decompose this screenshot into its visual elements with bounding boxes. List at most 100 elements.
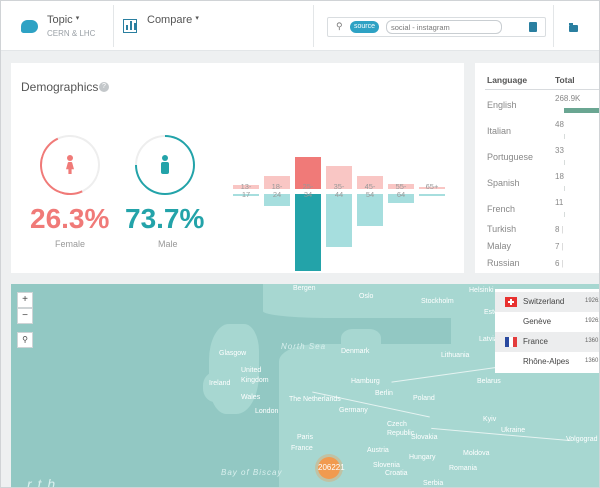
bar-chart-icon	[123, 19, 137, 33]
place-label: Hungary	[409, 454, 436, 461]
language-row[interactable]: Portuguese 33	[475, 143, 599, 169]
topic-name: CERN & LHC	[47, 29, 96, 38]
location-count: 19262	[585, 318, 599, 324]
place-label: Moldova	[463, 450, 490, 457]
panel-title: Demographics	[21, 80, 99, 94]
divider	[485, 89, 599, 90]
language-name: Turkish	[487, 224, 517, 234]
language-column-header: Language	[487, 75, 528, 85]
language-row[interactable]: Spanish 18	[475, 169, 599, 195]
total-column-header: Total	[555, 75, 575, 85]
language-row[interactable]: Turkish 8	[475, 221, 599, 239]
zoom-in-button[interactable]: +	[17, 292, 33, 308]
place-label: Slovakia	[411, 434, 438, 441]
place-label: Berlin	[375, 390, 393, 397]
topic-label: Topic ▾	[47, 14, 80, 26]
help-icon[interactable]: ?	[99, 82, 109, 92]
topic-selector[interactable]: Topic ▾ CERN & LHC	[19, 12, 111, 42]
language-row[interactable]: French 11	[475, 195, 599, 221]
place-label: Wales	[241, 394, 261, 401]
chevron-down-icon: ▾	[195, 15, 199, 22]
place-label: Stockholm	[421, 298, 454, 305]
language-name: Russian	[487, 258, 520, 268]
divider	[313, 5, 314, 47]
source-filter-chip[interactable]: source	[350, 21, 380, 33]
place-label: Germany	[339, 407, 368, 414]
place-label: Paris	[297, 434, 313, 441]
language-share-bar	[564, 186, 565, 191]
language-name: Italian	[487, 126, 512, 136]
age-group-label: 25- 34	[302, 182, 314, 199]
place-label: Slovenia	[373, 462, 400, 469]
place-label: The Netherlands	[289, 396, 341, 403]
location-row[interactable]: Rhône-Alpes 1360	[495, 352, 599, 372]
map-view[interactable]: North Sea Bay of Biscay r t h Bergen Osl…	[11, 284, 599, 487]
language-total: 11	[555, 198, 564, 207]
folder-icon[interactable]	[569, 23, 578, 32]
trash-icon[interactable]	[529, 22, 537, 32]
location-row[interactable]: Genève 19262	[495, 312, 599, 332]
app-frame: Topic ▾ CERN & LHC Compare ▾ ⚲ source De…	[0, 0, 600, 488]
location-count: 19262	[585, 298, 599, 304]
language-total: 18	[555, 172, 564, 181]
age-group-label: 13- 17	[240, 182, 252, 199]
location-name: Genève	[523, 317, 552, 326]
age-group-label: 35- 44	[333, 182, 345, 199]
place-label: Romania	[449, 465, 478, 472]
age-group-column: 45- 54	[357, 141, 385, 271]
location-count: 1360	[585, 338, 599, 344]
search-input[interactable]	[386, 20, 502, 34]
place-label: Belarus	[477, 378, 501, 385]
location-row[interactable]: Switzerland 19262	[495, 292, 599, 312]
language-table: Language Total English 268.9K Italian 48 Por…	[475, 63, 599, 273]
age-group-label: 55- 64	[395, 182, 407, 199]
language-share-bar	[564, 160, 565, 165]
location-list: Switzerland 19262 Genève 19262 France 13…	[495, 289, 599, 373]
language-total: 6	[555, 259, 564, 268]
compare-selector[interactable]: Compare ▾	[123, 12, 213, 42]
language-row[interactable]: Russian 6	[475, 255, 599, 273]
place-label: Ireland	[209, 380, 231, 387]
top-bar: Topic ▾ CERN & LHC Compare ▾ ⚲ source	[1, 1, 599, 51]
language-row[interactable]: Malay 7	[475, 238, 599, 256]
place-label: Denmark	[341, 348, 370, 355]
place-label: Croatia	[385, 470, 408, 477]
place-label: Volgograd	[566, 436, 598, 443]
language-name: Portuguese	[487, 152, 534, 162]
place-label: Bergen	[293, 285, 316, 292]
male-age-bar	[419, 194, 445, 196]
france-flag-icon	[505, 337, 517, 347]
language-name: French	[487, 204, 516, 214]
location-count: 1360	[585, 358, 599, 364]
female-percent: 26.3%	[30, 203, 110, 234]
location-name: France	[523, 337, 548, 346]
male-percent: 73.7%	[125, 203, 205, 234]
search-bar[interactable]: ⚲ source	[327, 17, 546, 37]
sea-label: Bay of Biscay	[221, 468, 283, 477]
age-group-column: 18- 24	[264, 141, 292, 271]
place-label: Serbia	[423, 480, 444, 487]
location-name: Switzerland	[523, 297, 565, 306]
place-label: Poland	[413, 395, 435, 402]
place-label: Hamburg	[351, 378, 380, 385]
place-label: London	[255, 408, 279, 415]
search-icon: ⚲	[22, 335, 28, 344]
language-total: 33	[555, 146, 564, 155]
map-cluster-marker[interactable]: 206221	[318, 457, 345, 479]
language-share-bar	[564, 212, 565, 217]
female-icon	[65, 155, 75, 175]
language-total: 268.9K	[555, 94, 581, 103]
location-row[interactable]: France 1360	[495, 332, 599, 352]
zoom-out-button[interactable]: −	[17, 308, 33, 324]
place-label: Helsinki	[469, 287, 494, 294]
language-total: 7	[555, 242, 564, 251]
language-share-bar	[564, 134, 565, 139]
male-age-bar	[357, 194, 383, 226]
map-search-button[interactable]: ⚲	[17, 332, 33, 348]
male-label: Male	[158, 239, 178, 249]
language-row[interactable]: Italian 48	[475, 117, 599, 143]
female-label: Female	[55, 239, 86, 249]
language-name: English	[487, 100, 517, 110]
language-row[interactable]: English 268.9K	[475, 91, 599, 117]
divider	[113, 5, 114, 47]
